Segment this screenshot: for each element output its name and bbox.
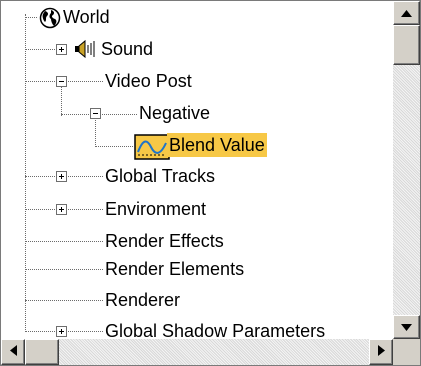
tree-node-blend-value[interactable]: Blend Value [167, 133, 267, 157]
scroll-right-button[interactable] [369, 339, 393, 365]
tree-line-world [25, 17, 37, 18]
horizontal-scroll-thumb[interactable] [25, 339, 59, 365]
arrow-left-icon [9, 343, 17, 361]
arrow-down-icon [401, 318, 412, 336]
tree-node-renderer[interactable]: Renderer [103, 288, 182, 312]
scrollbar-corner [393, 339, 420, 365]
tree-node-render-elements[interactable]: Render Elements [103, 257, 246, 281]
tree-node-sound[interactable]: Sound [99, 37, 155, 61]
tree-line-render-effects [25, 241, 103, 242]
tree-node-render-effects[interactable]: Render Effects [103, 229, 226, 253]
tree-node-world[interactable]: World [61, 5, 112, 29]
scroll-up-button[interactable] [393, 1, 420, 25]
expand-global-tracks-toggle[interactable] [56, 171, 67, 182]
tree-node-global-shadow-parameters[interactable]: Global Shadow Parameters [103, 319, 327, 339]
collapse-negative-toggle[interactable] [90, 108, 101, 119]
tree-line-root [25, 14, 26, 330]
speaker-icon [73, 39, 97, 64]
tree-line-renderer [25, 300, 103, 301]
globe-icon [39, 7, 61, 34]
tree-node-environment[interactable]: Environment [103, 197, 208, 221]
horizontal-scrollbar[interactable] [1, 339, 393, 365]
tree-view[interactable]: World Sound Video Post Negative Blend Va… [1, 1, 393, 339]
expand-environment-toggle[interactable] [56, 204, 67, 215]
tree-node-video-post[interactable]: Video Post [103, 69, 194, 93]
scroll-down-button[interactable] [393, 315, 420, 339]
arrow-up-icon [401, 4, 412, 22]
track-view-panel: World Sound Video Post Negative Blend Va… [0, 0, 421, 366]
vertical-scroll-thumb[interactable] [393, 25, 420, 65]
expand-sound-toggle[interactable] [56, 44, 67, 55]
arrow-right-icon [377, 343, 385, 361]
expand-global-shadow-parameters-toggle[interactable] [56, 326, 67, 337]
vertical-scrollbar[interactable] [393, 1, 420, 339]
tree-node-global-tracks[interactable]: Global Tracks [103, 164, 217, 188]
collapse-video-post-toggle[interactable] [56, 76, 67, 87]
tree-node-negative[interactable]: Negative [137, 101, 212, 125]
scroll-left-button[interactable] [1, 339, 25, 365]
tree-line-blend-value [95, 146, 133, 147]
curve-track-icon [134, 134, 170, 165]
tree-line-render-elements [25, 269, 103, 270]
